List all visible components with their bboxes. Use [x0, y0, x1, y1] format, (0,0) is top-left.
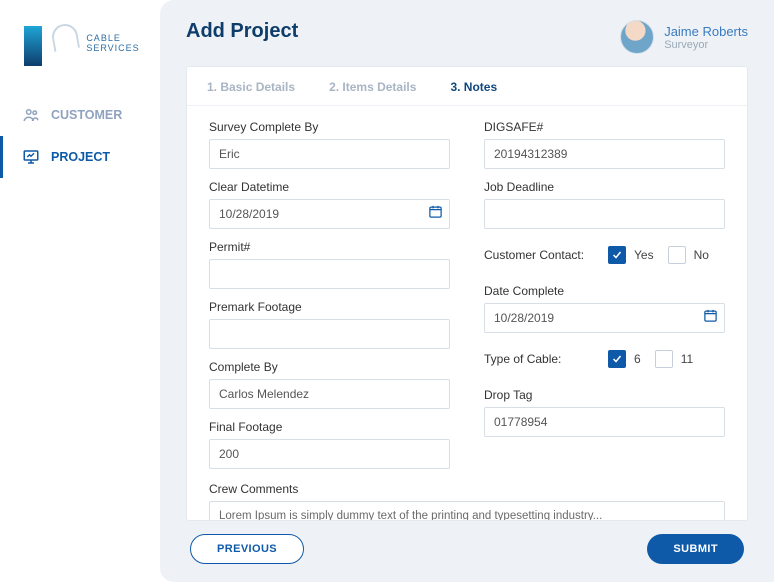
- user-chip[interactable]: Jaime Roberts Surveyor: [620, 20, 748, 54]
- sidebar-item-label: PROJECT: [51, 150, 110, 164]
- crew-comments-textarea[interactable]: [209, 501, 725, 520]
- presentation-icon: [21, 147, 41, 167]
- customer-contact-yes-checkbox[interactable]: [608, 246, 626, 264]
- final-footage-input[interactable]: [209, 439, 450, 469]
- tab-notes[interactable]: 3. Notes: [450, 80, 497, 94]
- label-permit: Permit#: [209, 240, 450, 254]
- cable-type-11-checkbox[interactable]: [655, 350, 673, 368]
- cable-type-6-checkbox[interactable]: [608, 350, 626, 368]
- drop-tag-input[interactable]: [484, 407, 725, 437]
- sidebar-item-customer[interactable]: CUSTOMER: [0, 94, 160, 136]
- logo-mark: [20, 22, 80, 66]
- sidebar: CABLESERVICES CUSTOMER PROJECT: [0, 0, 160, 582]
- form-card: 1. Basic Details 2. Items Details 3. Not…: [186, 66, 748, 521]
- label-digsafe: DIGSAFE#: [484, 120, 725, 134]
- sidebar-item-project[interactable]: PROJECT: [0, 136, 160, 178]
- label-final-footage: Final Footage: [209, 420, 450, 434]
- checkbox-label-yes: Yes: [634, 248, 654, 262]
- logo-text: CABLESERVICES: [86, 34, 139, 54]
- digsafe-input[interactable]: [484, 139, 725, 169]
- submit-button[interactable]: SUBMIT: [647, 534, 744, 564]
- date-complete-input[interactable]: [484, 303, 725, 333]
- tab-basic-details[interactable]: 1. Basic Details: [207, 80, 295, 94]
- label-customer-contact: Customer Contact:: [484, 248, 594, 262]
- avatar: [620, 20, 654, 54]
- label-job-deadline: Job Deadline: [484, 180, 725, 194]
- label-date-complete: Date Complete: [484, 284, 725, 298]
- label-complete-by: Complete By: [209, 360, 450, 374]
- job-deadline-input[interactable]: [484, 199, 725, 229]
- brand-logo: CABLESERVICES: [0, 22, 160, 94]
- users-icon: [21, 105, 41, 125]
- page-title: Add Project: [186, 20, 298, 43]
- clear-datetime-input[interactable]: [209, 199, 450, 229]
- premark-footage-input[interactable]: [209, 319, 450, 349]
- survey-complete-by-input[interactable]: [209, 139, 450, 169]
- label-drop-tag: Drop Tag: [484, 388, 725, 402]
- permit-input[interactable]: [209, 259, 450, 289]
- user-role: Surveyor: [664, 39, 748, 51]
- checkbox-label-6: 6: [634, 352, 641, 366]
- label-clear-datetime: Clear Datetime: [209, 180, 450, 194]
- complete-by-input[interactable]: [209, 379, 450, 409]
- label-premark-footage: Premark Footage: [209, 300, 450, 314]
- label-type-of-cable: Type of Cable:: [484, 352, 594, 366]
- sidebar-item-label: CUSTOMER: [51, 108, 122, 122]
- main-panel: Add Project Jaime Roberts Surveyor 1. Ba…: [160, 0, 774, 582]
- tabs: 1. Basic Details 2. Items Details 3. Not…: [187, 67, 747, 106]
- checkbox-label-no: No: [694, 248, 709, 262]
- label-crew-comments: Crew Comments: [209, 482, 725, 496]
- previous-button[interactable]: PREVIOUS: [190, 534, 304, 564]
- label-survey-complete-by: Survey Complete By: [209, 120, 450, 134]
- tab-items-details[interactable]: 2. Items Details: [329, 80, 416, 94]
- checkbox-label-11: 11: [681, 352, 693, 366]
- customer-contact-no-checkbox[interactable]: [668, 246, 686, 264]
- user-name: Jaime Roberts: [664, 24, 748, 39]
